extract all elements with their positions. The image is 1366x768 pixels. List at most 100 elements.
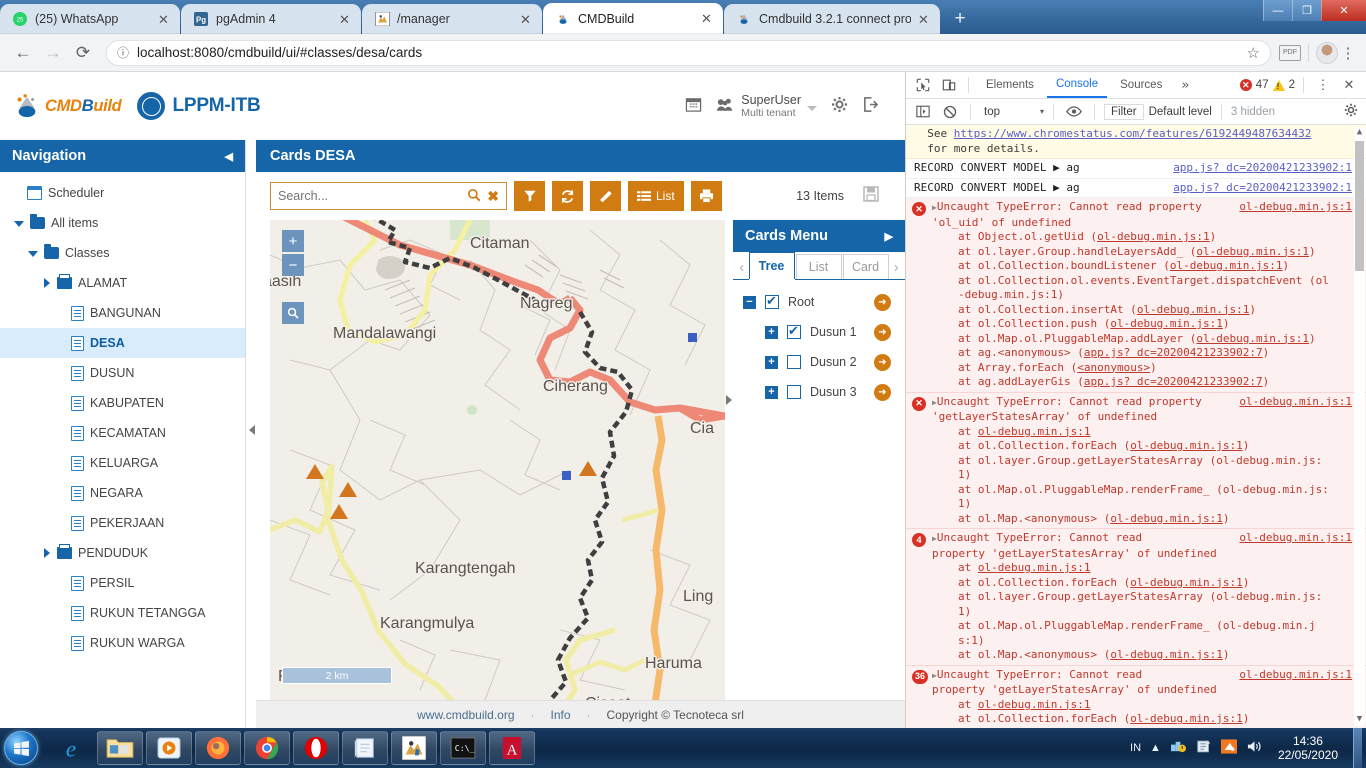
map-zoom-in-button[interactable]: +	[282, 230, 304, 252]
tree-node-root[interactable]: − Root ➜	[733, 287, 905, 317]
window-close-button[interactable]: ✕	[1321, 0, 1366, 21]
taskbar-clock[interactable]: 14:36 22/05/2020	[1272, 734, 1344, 762]
arrow-right-circle-icon[interactable]: ➜	[874, 383, 891, 401]
taskbar-media-player[interactable]	[146, 731, 192, 765]
live-expression-eye-icon[interactable]	[1063, 102, 1085, 122]
calendar-icon[interactable]	[685, 96, 702, 116]
new-tab-button[interactable]: +	[945, 8, 975, 32]
sidebar-item-keluarga[interactable]: KELUARGA	[0, 448, 245, 478]
tree-expander-toggle[interactable]: +	[765, 385, 778, 399]
chevron-right-icon[interactable]: ▶	[885, 230, 893, 243]
tree-node-dusun-1[interactable]: + Dusun 1 ➜	[733, 317, 905, 347]
console-source-link[interactable]: ol-debug.min.js:1	[1130, 439, 1243, 452]
console-source-link[interactable]: ol-debug.min.js:1	[978, 425, 1091, 438]
address-bar[interactable]: ⓘ localhost:8080/cmdbuild/ui/#classes/de…	[106, 39, 1271, 66]
list-view-button[interactable]: List	[628, 181, 684, 211]
console-source-link[interactable]: app.js? dc=20200421233902:1	[1173, 161, 1352, 176]
filter-input[interactable]: Filter	[1104, 103, 1144, 120]
tree-node-checkbox[interactable]	[765, 293, 779, 309]
map-marker-square-icon[interactable]	[687, 332, 697, 342]
console-source-link[interactable]: app.js? dc=20200421233902:7	[1084, 375, 1263, 388]
console-source-link[interactable]: ol-debug.min.js:1	[1239, 531, 1352, 546]
tabs-prev-button[interactable]: ‹	[735, 255, 749, 279]
console-source-link[interactable]: ol-debug.min.js:1	[1239, 668, 1352, 683]
sidebar-item-persil[interactable]: PERSIL	[0, 568, 245, 598]
taskbar-firefox[interactable]	[195, 731, 241, 765]
taskbar-chrome[interactable]	[244, 731, 290, 765]
show-hidden-icons-icon[interactable]: ▲	[1150, 742, 1161, 754]
sidebar-item-rukun-warga[interactable]: RUKUN WARGA	[0, 628, 245, 658]
inspect-cursor-icon[interactable]	[912, 75, 934, 95]
back-button[interactable]: ←	[8, 38, 38, 68]
clear-x-icon[interactable]: ✖	[487, 188, 499, 205]
sidebar-item-dusun[interactable]: DUSUN	[0, 358, 245, 388]
avatar[interactable]	[1316, 41, 1338, 64]
tab-list[interactable]: List	[795, 254, 842, 279]
brush-button[interactable]	[590, 181, 621, 211]
arrow-right-circle-icon[interactable]: ➜	[874, 323, 891, 341]
taskbar-notepad[interactable]	[342, 731, 388, 765]
windows-start-orb[interactable]	[4, 731, 38, 765]
console-sidebar-icon[interactable]	[912, 102, 934, 122]
tab-console[interactable]: Console	[1046, 72, 1108, 98]
sidebar-item-rukun-tetangga[interactable]: RUKUN TETANGGA	[0, 598, 245, 628]
map-search-button[interactable]	[282, 302, 304, 324]
browser-tab[interactable]: /manager ✕	[362, 4, 542, 34]
chevron-right-icon[interactable]	[44, 548, 51, 558]
star-icon[interactable]: ☆	[1247, 44, 1260, 62]
console-source-link[interactable]: ol-debug.min.js:1	[1097, 230, 1210, 243]
gear-icon[interactable]	[831, 96, 848, 116]
taskbar-command-prompt[interactable]: C:\_	[440, 731, 486, 765]
console-source-link[interactable]: ol-debug.min.js:1	[1110, 648, 1223, 661]
tree-expander-toggle[interactable]: +	[765, 325, 778, 339]
sidebar-item-kabupaten[interactable]: KABUPATEN	[0, 388, 245, 418]
console-source-link[interactable]: ol-debug.min.js:1	[1170, 259, 1283, 272]
pdf-extension-icon[interactable]: PDF	[1279, 44, 1301, 61]
tree-node-checkbox[interactable]	[787, 355, 801, 369]
window-maximize-button[interactable]: ❐	[1292, 0, 1321, 21]
sidebar-item-kecamatan[interactable]: KECAMATAN	[0, 418, 245, 448]
error-count[interactable]: 47	[1256, 79, 1269, 91]
chevron-double-right-icon[interactable]: »	[1175, 78, 1195, 93]
map-zoom-out-button[interactable]: −	[282, 254, 304, 276]
hidden-messages-count[interactable]: 3 hidden	[1231, 106, 1275, 118]
clear-console-icon[interactable]	[939, 102, 961, 122]
volume-icon[interactable]	[1246, 739, 1263, 757]
magnifier-icon[interactable]	[467, 188, 481, 205]
sidebar-item-negara[interactable]: NEGARA	[0, 478, 245, 508]
map-splitter[interactable]	[725, 220, 733, 700]
gear-icon[interactable]	[1344, 103, 1360, 120]
sidebar-item-all-items[interactable]: All items	[0, 208, 245, 238]
taskbar-opera[interactable]	[293, 731, 339, 765]
refresh-button[interactable]	[552, 181, 583, 211]
tab-close-icon[interactable]: ✕	[701, 12, 715, 25]
navigation-splitter[interactable]	[247, 140, 256, 728]
console-source-link[interactable]: ol-debug.min.js:1	[1130, 576, 1243, 589]
tree-node-checkbox[interactable]	[787, 323, 801, 339]
tabs-next-button[interactable]: ›	[890, 255, 904, 279]
console-source-link[interactable]: ol-debug.min.js:1	[978, 561, 1091, 574]
map-marker-triangle-icon[interactable]	[330, 503, 348, 519]
console-messages[interactable]: See https://www.chromestatus.com/feature…	[906, 125, 1366, 728]
logout-icon[interactable]	[862, 96, 879, 116]
tab-close-icon[interactable]: ✕	[520, 13, 534, 26]
browser-tab[interactable]: Pg pgAdmin 4 ✕	[181, 4, 361, 34]
sidebar-item-desa[interactable]: DESA	[0, 328, 245, 358]
kebab-menu-icon[interactable]: ⋮	[1338, 44, 1358, 62]
splitter-arrow-icon[interactable]	[249, 425, 255, 435]
console-link[interactable]: https://www.chromestatus.com/features/61…	[954, 127, 1312, 140]
forward-button[interactable]: →	[38, 38, 68, 68]
console-source-link[interactable]: ol-debug.min.js:1	[1239, 200, 1352, 215]
sidebar-item-classes[interactable]: Classes	[0, 238, 245, 268]
tab-elements[interactable]: Elements	[977, 72, 1043, 98]
tab-close-icon[interactable]: ✕	[158, 13, 172, 26]
tree-node-dusun-3[interactable]: + Dusun 3 ➜	[733, 377, 905, 407]
sidebar-item-penduduk[interactable]: PENDUDUK	[0, 538, 245, 568]
tree-expander-toggle[interactable]: +	[765, 355, 778, 369]
log-level-select[interactable]: Default level	[1149, 106, 1212, 118]
console-source-link[interactable]: ol-debug.min.js:1	[1110, 317, 1223, 330]
console-source-link[interactable]: ol-debug.min.js:1	[1137, 303, 1250, 316]
console-source-link[interactable]: ol-debug.min.js:1	[1196, 245, 1309, 258]
scroll-up-icon[interactable]: ▲	[1355, 127, 1364, 137]
map-marker-square-icon[interactable]	[561, 471, 571, 480]
